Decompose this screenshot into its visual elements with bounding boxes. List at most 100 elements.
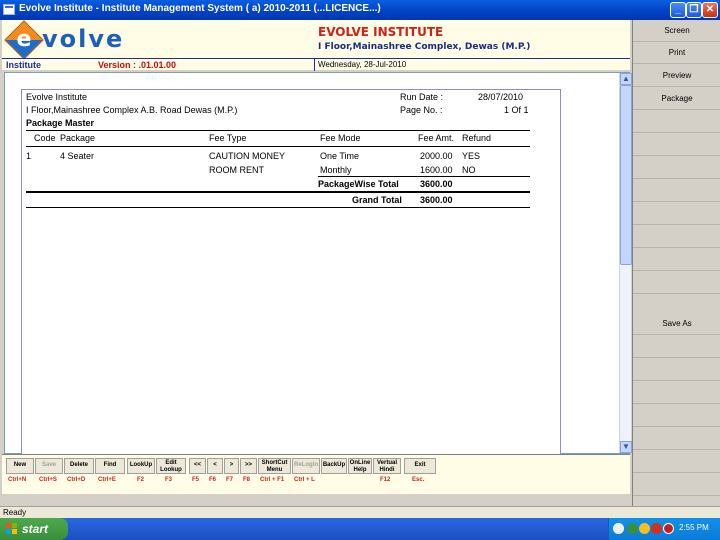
- status-bar: Ready: [0, 506, 720, 518]
- header-rule-bottom: [26, 146, 530, 147]
- maximize-button[interactable]: ❐: [686, 2, 702, 18]
- shortcut-key: Ctrl + L: [294, 477, 315, 483]
- cell-fee-amt: 2000.00: [420, 151, 453, 161]
- header-rule-top: [26, 130, 530, 131]
- shortcut-key: F2: [137, 477, 145, 483]
- report-title: Package Master: [26, 118, 95, 128]
- cell-fee-type: ROOM RENT: [209, 165, 264, 175]
- tray-antivirus-icon[interactable]: [663, 523, 674, 534]
- package-button[interactable]: Package: [633, 88, 720, 110]
- run-date-value: 28/07/2010: [478, 92, 524, 102]
- panel-slot: [633, 111, 720, 133]
- find-button[interactable]: Find: [95, 458, 125, 474]
- report-org-address: I Floor,Mainashree Complex A.B. Road Dew…: [26, 105, 238, 115]
- backup-button[interactable]: BackUp: [321, 458, 347, 474]
- first-record-button[interactable]: <<: [189, 458, 206, 474]
- edit-lookup-button[interactable]: Edit Lookup: [156, 458, 186, 474]
- screen-button[interactable]: Screen: [633, 20, 720, 42]
- relogin-button[interactable]: ReLogin: [292, 458, 320, 474]
- close-button[interactable]: ✕: [702, 2, 718, 18]
- panel-slot: [633, 226, 720, 248]
- panel-slot: [633, 180, 720, 202]
- shortcut-key: Ctrl+D: [67, 477, 86, 483]
- logo-letter: e: [16, 27, 32, 52]
- panel-slot: [633, 249, 720, 271]
- cell-code: 1: [26, 151, 32, 161]
- version-label: Version : .01.01.00: [98, 60, 177, 70]
- cell-fee-type: CAUTION MONEY: [209, 151, 286, 161]
- shortcut-key: Ctrl + F1: [260, 477, 285, 483]
- shortcut-key: Esc.: [412, 477, 425, 483]
- save-as-button[interactable]: Save As: [633, 313, 720, 335]
- start-button[interactable]: start: [0, 518, 68, 540]
- report-org-name: Evolve Institute: [26, 92, 88, 102]
- panel-slot: [633, 272, 720, 294]
- vertual-hindi-button[interactable]: Vertual Hindi: [373, 458, 401, 474]
- institute-address: I Floor,Mainashree Complex, Dewas (M.P.): [318, 42, 531, 52]
- current-date: Wednesday, 28-Jul-2010: [318, 60, 407, 69]
- col-header-fee-amt: Fee Amt.: [418, 133, 455, 143]
- packagewise-total-value: 3600.00: [420, 179, 453, 189]
- report-viewer[interactable]: Evolve Institute I Floor,Mainashree Comp…: [4, 72, 632, 459]
- cell-refund: YES: [462, 151, 481, 161]
- shortcut-key: F3: [165, 477, 173, 483]
- cell-fee-amt: 1600.00: [420, 165, 453, 175]
- page-no-label: Page No. :: [400, 105, 443, 115]
- print-button[interactable]: Print: [633, 42, 720, 64]
- cell-fee-mode: One Time: [320, 151, 360, 161]
- panel-slot: [633, 157, 720, 179]
- exit-button[interactable]: Exit: [404, 458, 436, 474]
- minimize-button[interactable]: _: [670, 2, 686, 18]
- col-header-fee-type: Fee Type: [209, 133, 247, 143]
- status-text: Ready: [3, 508, 27, 517]
- right-action-panel: Screen Print Preview Package Save As: [632, 20, 720, 506]
- tray-network-icon[interactable]: [627, 523, 638, 534]
- shortcut-key: Ctrl+S: [39, 477, 57, 483]
- lookup-button[interactable]: LookUp: [127, 458, 155, 474]
- tray-alert-icon[interactable]: [651, 523, 662, 534]
- page-no-value: 1 Of 1: [504, 105, 529, 115]
- col-header-package: Package: [60, 133, 96, 143]
- panel-slot: [633, 336, 720, 358]
- bottom-toolbar: New Save Delete Find LookUp Edit Lookup …: [2, 454, 630, 494]
- tray-security-icon[interactable]: [639, 523, 650, 534]
- col-header-code: Code: [34, 133, 56, 143]
- panel-slot: [633, 203, 720, 225]
- grand-total-value: 3600.00: [420, 195, 453, 205]
- tray-back-icon[interactable]: [613, 523, 624, 534]
- previous-record-button[interactable]: <: [207, 458, 223, 474]
- start-label: start: [22, 522, 49, 536]
- info-strip: Institute Version : .01.01.00 Wednesday,…: [2, 58, 630, 71]
- module-label: Institute: [6, 60, 41, 70]
- cell-refund: NO: [462, 165, 476, 175]
- scroll-up-arrow-icon[interactable]: ▲: [620, 73, 632, 85]
- last-record-button[interactable]: >>: [240, 458, 257, 474]
- online-help-button[interactable]: OnLine Help: [348, 458, 372, 474]
- scroll-down-arrow-icon[interactable]: ▼: [620, 441, 632, 453]
- tray-clock: 2:55 PM: [679, 523, 709, 532]
- new-button[interactable]: New: [6, 458, 34, 474]
- packagewise-total-label: PackageWise Total: [318, 179, 399, 189]
- col-header-refund: Refund: [462, 133, 492, 143]
- save-button[interactable]: Save: [35, 458, 63, 474]
- shortcut-key: Ctrl+N: [8, 477, 27, 483]
- preview-button[interactable]: Preview: [633, 65, 720, 87]
- total-rule-bottom: [26, 207, 530, 208]
- app-window-icon: [3, 4, 15, 15]
- shortcut-key: F6: [209, 477, 217, 483]
- panel-slot: [633, 134, 720, 156]
- subtotal-rule: [318, 176, 530, 177]
- delete-button[interactable]: Delete: [64, 458, 94, 474]
- title-bar: Evolve Institute - Institute Management …: [0, 0, 720, 20]
- windows-flag-icon: [6, 523, 18, 535]
- shortcut-key: F8: [243, 477, 251, 483]
- system-tray: 2:55 PM: [608, 518, 720, 540]
- institute-name: EVOLVE INSTITUTE: [318, 25, 444, 39]
- report-page: Evolve Institute I Floor,Mainashree Comp…: [21, 89, 561, 459]
- report-vertical-scrollbar[interactable]: ▲ ▼: [619, 73, 632, 453]
- panel-slot: [633, 474, 720, 496]
- total-rule-top: [26, 191, 530, 193]
- shortcut-menu-button[interactable]: ShortCut Menu: [258, 458, 291, 474]
- scroll-thumb[interactable]: [620, 85, 632, 265]
- next-record-button[interactable]: >: [224, 458, 239, 474]
